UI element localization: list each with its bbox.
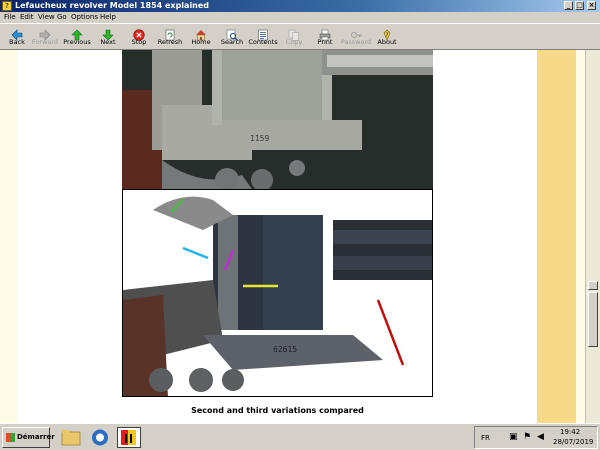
password-button[interactable]: Password	[339, 25, 373, 50]
serial-number-top: 1159	[250, 134, 269, 143]
back-arrow-icon	[11, 26, 23, 41]
browser-icon[interactable]	[88, 427, 112, 448]
language-indicator[interactable]: FR	[481, 434, 490, 442]
windows-flag-icon	[6, 433, 15, 442]
image-caption: Second and third variations compared	[191, 406, 364, 415]
about-button[interactable]: ? About	[370, 25, 404, 50]
menu-view[interactable]: View	[38, 12, 55, 23]
search-icon	[226, 26, 238, 41]
forward-button[interactable]: Forward	[28, 25, 62, 50]
home-button[interactable]: Home	[184, 25, 218, 50]
title-bar: ? Lefaucheux revolver Model 1854 explain…	[0, 0, 600, 12]
revolver-photo-third-variation: 62615	[122, 189, 433, 397]
page-margin-band	[537, 50, 576, 423]
svg-text:?: ?	[386, 33, 389, 39]
window-title: Lefaucheux revolver Model 1854 explained	[15, 1, 210, 10]
scroll-up-button[interactable]	[588, 281, 598, 290]
next-button[interactable]: Next	[91, 25, 125, 50]
vertical-scrollbar[interactable]	[585, 50, 600, 423]
app-icon: ?	[2, 1, 12, 11]
down-arrow-icon	[102, 26, 114, 41]
menu-go[interactable]: Go	[57, 12, 67, 23]
menu-help[interactable]: Help	[100, 12, 116, 23]
copy-icon	[288, 26, 300, 41]
toolbar: Back Forward Previous Next Stop Refresh	[0, 23, 600, 50]
volume-icon[interactable]: ◀	[537, 432, 544, 442]
refresh-icon	[164, 26, 176, 41]
taskbar: Démarrer FR ▣ ⚑ ◀ 19:42 28/07/2019	[0, 423, 600, 450]
clock-time[interactable]: 19:42	[560, 428, 580, 436]
up-arrow-icon	[71, 26, 83, 41]
menu-file[interactable]: File	[4, 12, 16, 23]
contents-icon	[257, 26, 269, 41]
home-icon	[195, 26, 207, 41]
previous-button[interactable]: Previous	[60, 25, 94, 50]
folder-icon[interactable]	[59, 427, 83, 448]
help-viewer-taskbar-icon[interactable]	[117, 427, 141, 448]
forward-arrow-icon	[39, 26, 51, 41]
clock-date[interactable]: 28/07/2019	[553, 438, 593, 446]
start-button[interactable]: Démarrer	[2, 427, 55, 448]
stop-button[interactable]: Stop	[122, 25, 156, 50]
menu-bar: File Edit View Go Options Help	[0, 12, 600, 23]
system-tray: FR ▣ ⚑ ◀ 19:42 28/07/2019	[474, 426, 598, 449]
stop-icon	[133, 26, 145, 41]
content-area: 1159 62615 Second and third variations c…	[0, 50, 600, 423]
maximize-button[interactable]: □	[575, 1, 584, 10]
network-icon[interactable]: ▣	[509, 432, 518, 442]
serial-number-bottom: 62615	[273, 345, 297, 354]
minimize-button[interactable]: _	[564, 1, 573, 10]
close-button[interactable]: ×	[587, 1, 596, 10]
printer-icon	[319, 26, 331, 41]
menu-options[interactable]: Options	[71, 12, 98, 23]
start-label: Démarrer	[17, 433, 55, 441]
search-button[interactable]: Search	[215, 25, 249, 50]
print-button[interactable]: Print	[308, 25, 342, 50]
copy-button[interactable]: Copy	[277, 25, 311, 50]
revolver-photo-second-variation: 1159	[122, 50, 433, 189]
scroll-thumb[interactable]	[588, 292, 598, 347]
flag-notification-icon[interactable]: ⚑	[523, 432, 531, 442]
contents-button[interactable]: Contents	[246, 25, 280, 50]
refresh-button[interactable]: Refresh	[153, 25, 187, 50]
menu-edit[interactable]: Edit	[20, 12, 34, 23]
document-page[interactable]: 1159 62615 Second and third variations c…	[18, 50, 537, 423]
help-icon: ?	[381, 26, 393, 41]
key-icon	[350, 26, 362, 38]
